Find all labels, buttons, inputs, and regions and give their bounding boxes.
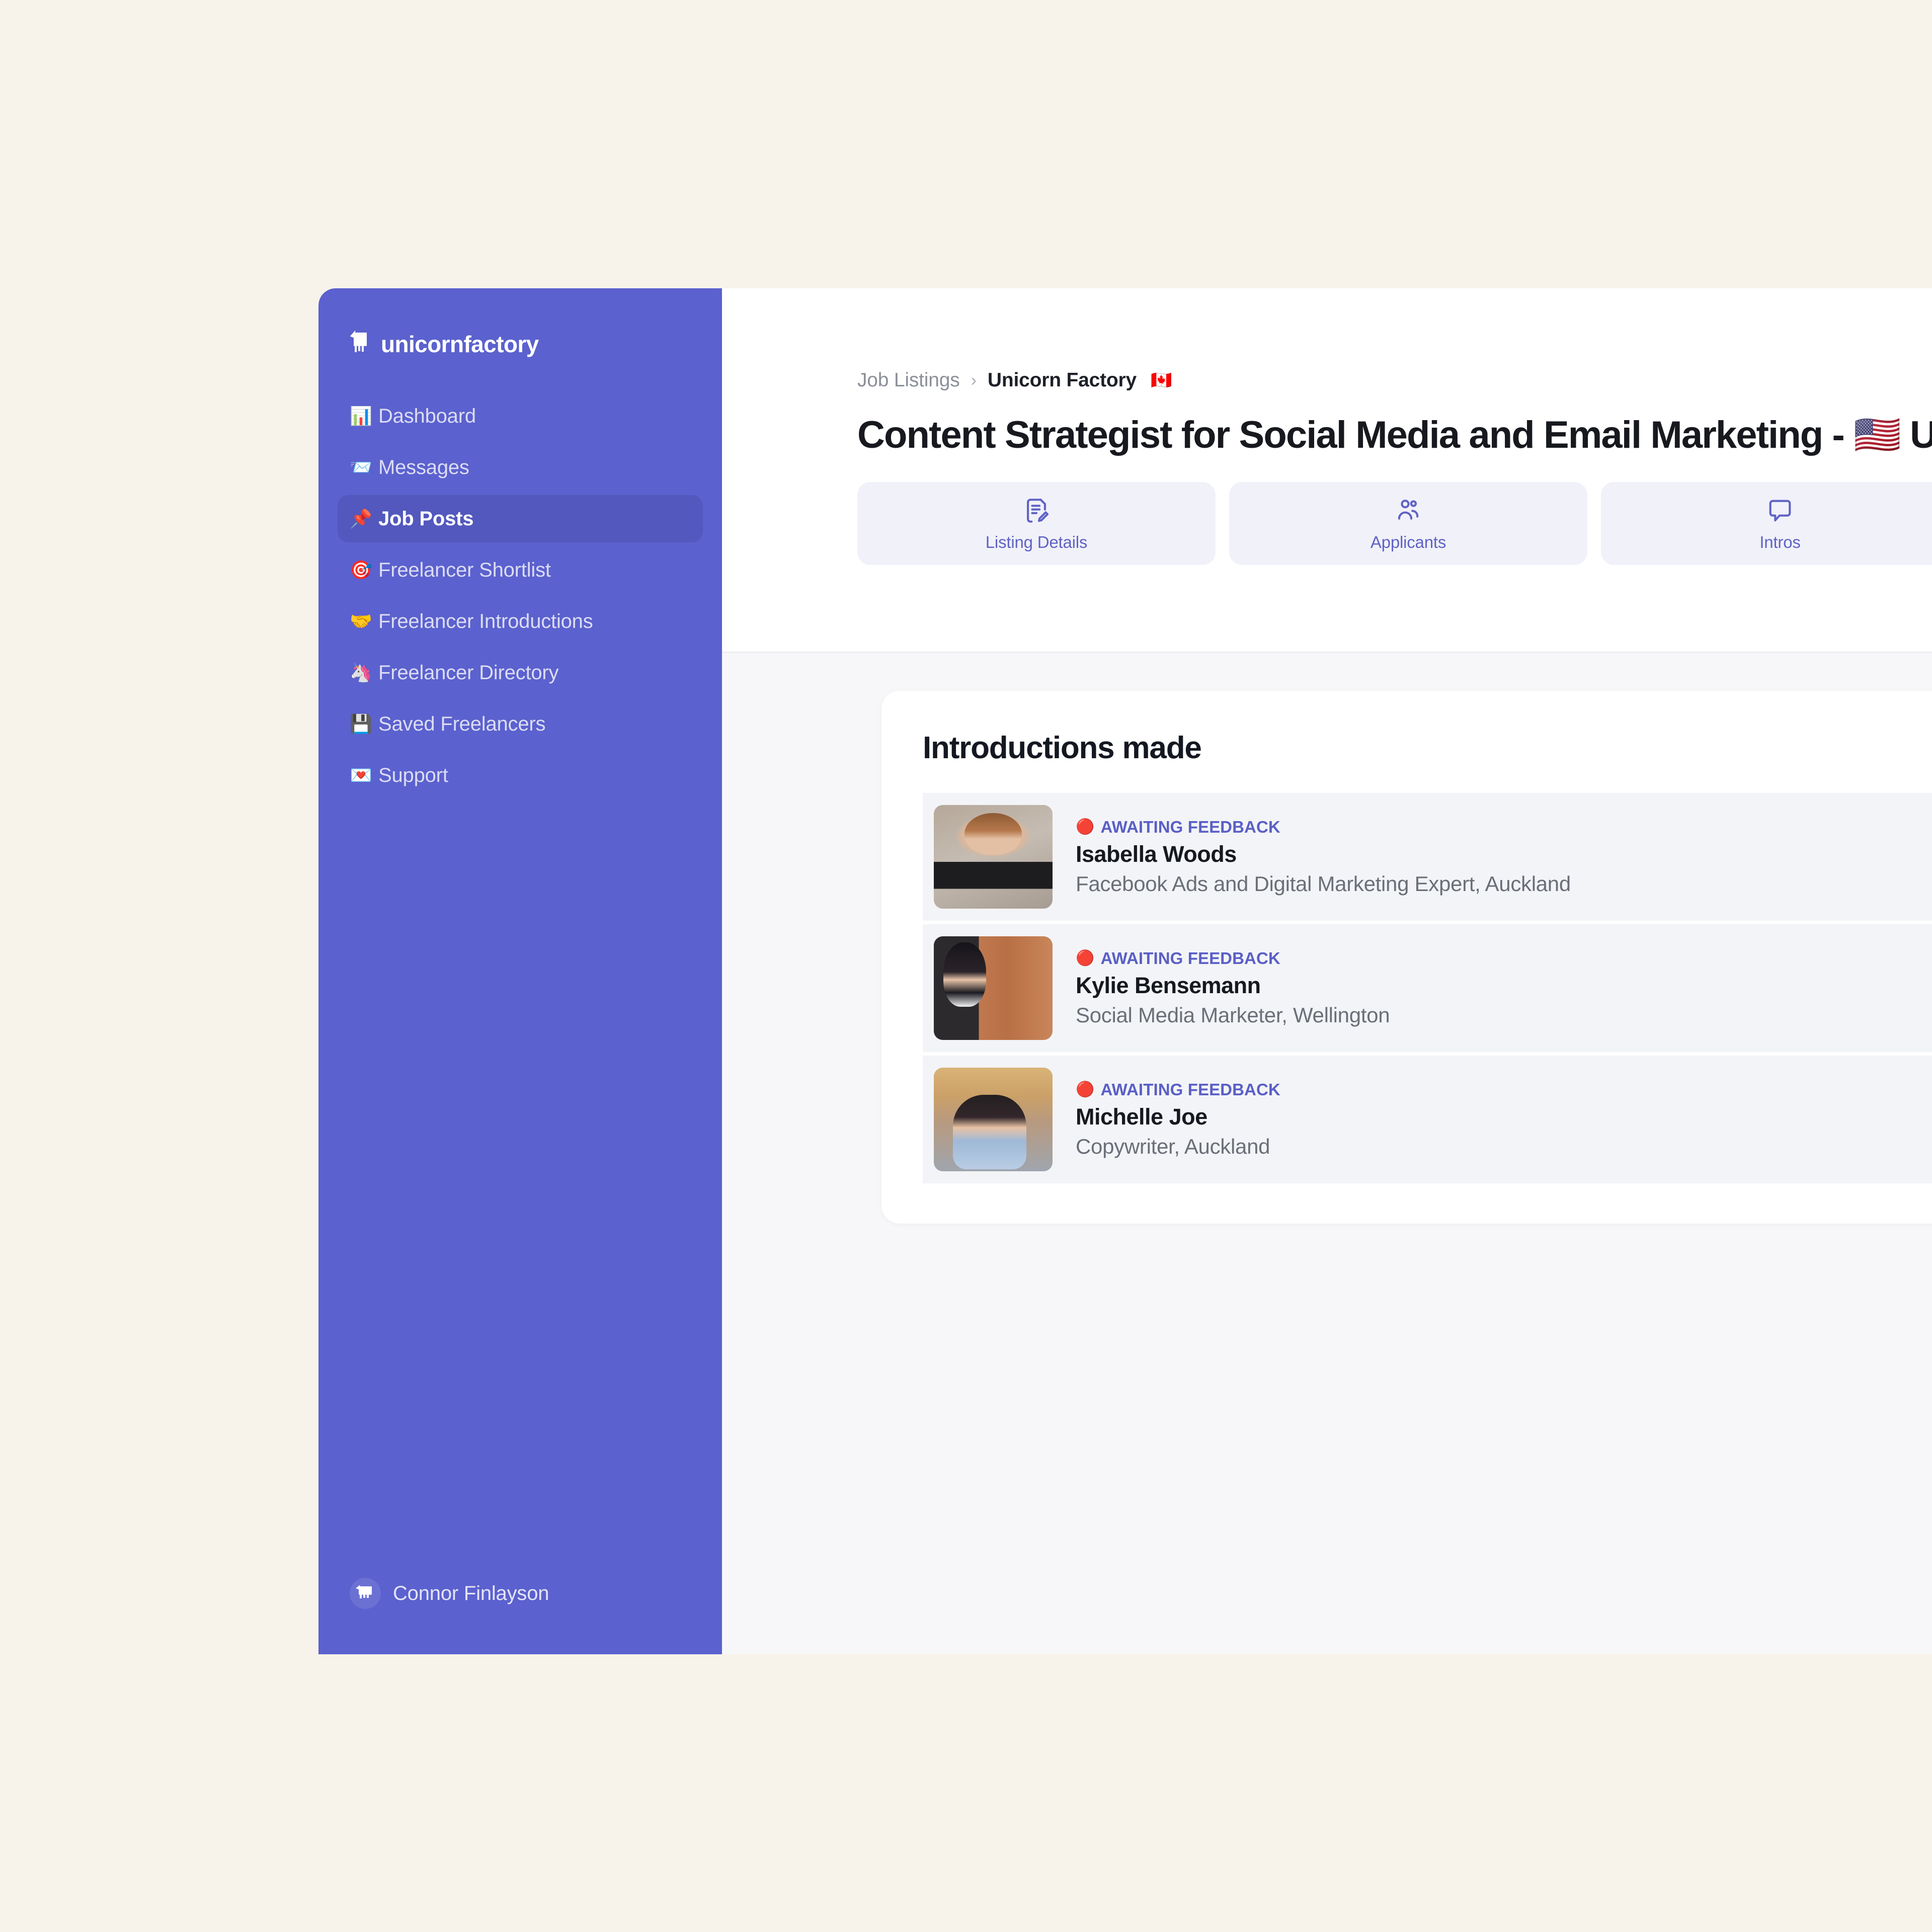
brand[interactable]: unicornfactory: [350, 326, 722, 362]
tab-label: Intros: [1759, 532, 1801, 551]
content-body: Introductions made 🔴 AWAITING FEEDBACK I…: [722, 653, 1932, 1654]
freelancer-role: Copywriter, Auckland: [1076, 1135, 1270, 1158]
chevron-right-icon: ›: [971, 370, 977, 390]
status-badge: 🔴 AWAITING FEEDBACK: [1076, 949, 1390, 968]
list-item-text: 🔴 AWAITING FEEDBACK Michelle Joe Copywri…: [1076, 1080, 1280, 1159]
speech-bubble-icon: [1765, 496, 1795, 526]
sidebar-item-support[interactable]: 💌 Support: [338, 752, 703, 799]
document-edit-icon: [1021, 496, 1052, 526]
introductions-list: 🔴 AWAITING FEEDBACK Isabella Woods Faceb…: [881, 793, 1932, 1183]
tab-applicants[interactable]: Applicants: [1229, 482, 1587, 566]
avatar: [350, 1578, 381, 1609]
sidebar-item-freelancer-shortlist[interactable]: 🎯 Freelancer Shortlist: [338, 546, 703, 594]
list-item[interactable]: 🔴 AWAITING FEEDBACK Kylie Bensemann Soci…: [923, 924, 1932, 1052]
target-icon: 🎯: [350, 559, 372, 580]
sidebar-item-freelancer-introductions[interactable]: 🤝 Freelancer Introductions: [338, 598, 703, 645]
avatar-photo: [934, 936, 1053, 1040]
sidebar-item-label: Saved Freelancers: [378, 712, 546, 735]
status-badge-label: AWAITING FEEDBACK: [1100, 949, 1280, 968]
sidebar-item-job-posts[interactable]: 📌 Job Posts: [338, 495, 703, 542]
avatar: [934, 805, 1053, 909]
tab-label: Listing Details: [985, 532, 1088, 551]
freelancer-name: Kylie Bensemann: [1076, 973, 1261, 998]
breadcrumb-link-job-listings[interactable]: Job Listings: [857, 369, 960, 391]
freelancer-role: Facebook Ads and Digital Marketing Exper…: [1076, 872, 1571, 896]
sidebar-item-messages[interactable]: 📨 Messages: [338, 444, 703, 491]
sidebar-item-label: Messages: [378, 456, 469, 478]
status-badge-label: AWAITING FEEDBACK: [1100, 1080, 1280, 1099]
list-item-text: 🔴 AWAITING FEEDBACK Isabella Woods Faceb…: [1076, 818, 1571, 896]
avatar-photo: [934, 1068, 1053, 1171]
breadcrumb-current: Unicorn Factory: [987, 369, 1137, 391]
red-circle-icon: 🔴: [1076, 819, 1095, 835]
sidebar-user-name: Connor Finlayson: [393, 1582, 549, 1604]
avatar: [934, 1068, 1053, 1171]
floppy-disk-icon: 💾: [350, 713, 372, 734]
freelancer-name: Isabella Woods: [1076, 841, 1237, 867]
app-window: unicornfactory 📊 Dashboard 📨 Messages 📌 …: [318, 288, 1932, 1654]
sidebar-item-label: Job Posts: [378, 507, 474, 530]
introductions-card: Introductions made 🔴 AWAITING FEEDBACK I…: [881, 691, 1932, 1224]
pushpin-icon: 📌: [350, 508, 372, 529]
sidebar-item-label: Freelancer Introductions: [378, 610, 593, 632]
sidebar: unicornfactory 📊 Dashboard 📨 Messages 📌 …: [318, 288, 722, 1654]
sidebar-nav: 📊 Dashboard 📨 Messages 📌 Job Posts 🎯 Fre…: [318, 392, 722, 799]
envelope-icon: 📨: [350, 457, 372, 477]
sidebar-item-label: Freelancer Shortlist: [378, 558, 551, 581]
page-title: Content Strategist for Social Media and …: [857, 414, 1932, 456]
sidebar-item-saved-freelancers[interactable]: 💾 Saved Freelancers: [338, 700, 703, 748]
unicorn-icon: 🦄: [350, 662, 372, 683]
list-item[interactable]: 🔴 AWAITING FEEDBACK Isabella Woods Faceb…: [923, 793, 1932, 921]
canada-flag-icon: 🇨🇦: [1150, 371, 1172, 390]
tab-label: Applicants: [1370, 532, 1446, 551]
unicorn-logo-icon: [350, 330, 371, 359]
status-badge-label: AWAITING FEEDBACK: [1100, 818, 1280, 836]
status-badge: 🔴 AWAITING FEEDBACK: [1076, 1080, 1280, 1099]
avatar: [934, 936, 1053, 1040]
freelancer-role: Social Media Marketer, Wellington: [1076, 1003, 1390, 1027]
bar-chart-icon: 📊: [350, 406, 372, 426]
breadcrumb: Job Listings › Unicorn Factory 🇨🇦: [857, 366, 1932, 394]
page-header: Job Listings › Unicorn Factory 🇨🇦 Conten…: [722, 288, 1932, 653]
unicorn-avatar-icon: [355, 1584, 376, 1602]
love-letter-icon: 💌: [350, 765, 372, 785]
brand-name: unicornfactory: [381, 331, 539, 357]
sidebar-item-dashboard[interactable]: 📊 Dashboard: [338, 392, 703, 440]
sidebar-item-label: Support: [378, 764, 448, 786]
avatar-photo: [934, 805, 1053, 909]
tab-listing-details[interactable]: Listing Details: [857, 482, 1216, 566]
freelancer-name: Michelle Joe: [1076, 1104, 1208, 1130]
list-item-text: 🔴 AWAITING FEEDBACK Kylie Bensemann Soci…: [1076, 949, 1390, 1027]
main-content: Job Listings › Unicorn Factory 🇨🇦 Conten…: [722, 288, 1932, 1654]
tab-bar: Listing Details Applicants Intros: [857, 482, 1932, 566]
sidebar-item-label: Freelancer Directory: [378, 661, 559, 684]
red-circle-icon: 🔴: [1076, 1081, 1095, 1098]
handshake-icon: 🤝: [350, 611, 372, 631]
list-item[interactable]: 🔴 AWAITING FEEDBACK Michelle Joe Copywri…: [923, 1056, 1932, 1183]
users-icon: [1393, 496, 1423, 526]
tab-intros[interactable]: Intros: [1601, 482, 1932, 566]
introductions-card-title: Introductions made: [923, 731, 1202, 765]
sidebar-item-freelancer-directory[interactable]: 🦄 Freelancer Directory: [338, 649, 703, 696]
sidebar-item-label: Dashboard: [378, 405, 476, 427]
red-circle-icon: 🔴: [1076, 950, 1095, 967]
status-badge: 🔴 AWAITING FEEDBACK: [1076, 818, 1571, 837]
sidebar-user-profile[interactable]: Connor Finlayson: [350, 1578, 722, 1609]
